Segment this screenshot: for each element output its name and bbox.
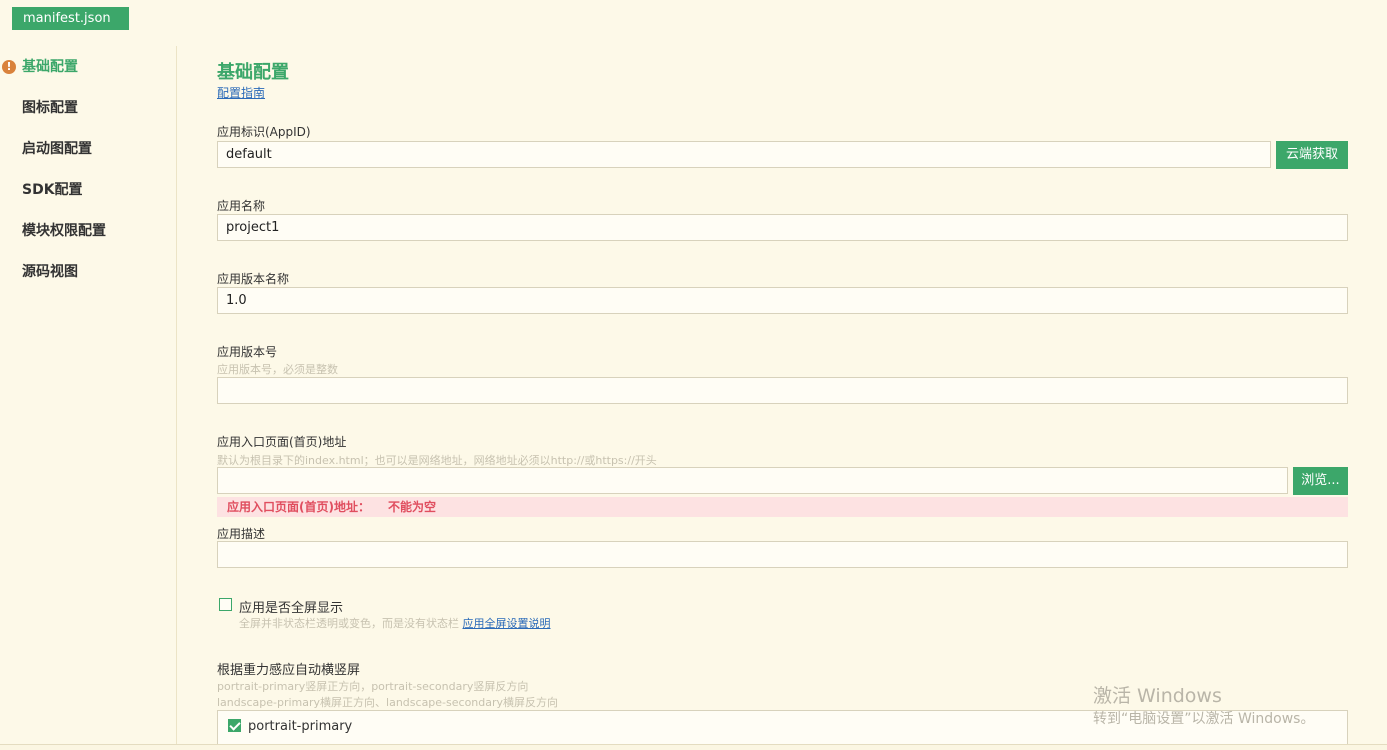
fullscreen-checkbox[interactable] xyxy=(219,598,232,611)
browse-button[interactable]: 浏览... xyxy=(1293,467,1348,495)
sidebar-item-source[interactable]: 源码视图 xyxy=(22,261,78,283)
description-label: 应用描述 xyxy=(217,527,266,541)
sidebar-item-sdk[interactable]: SDK配置 xyxy=(22,179,83,201)
cloud-fetch-button[interactable]: 云端获取 xyxy=(1276,141,1348,169)
app-name-input[interactable]: project1 xyxy=(217,214,1348,241)
description-input[interactable] xyxy=(217,541,1348,568)
portrait-primary-checkbox[interactable] xyxy=(228,719,241,732)
orientation-hint-2: landscape-primary横屏正方向、landscape-seconda… xyxy=(217,696,559,709)
fullscreen-label: 应用是否全屏显示 xyxy=(239,601,344,616)
bottom-edge xyxy=(0,744,1387,750)
config-guide-link[interactable]: 配置指南 xyxy=(217,84,265,101)
version-code-input[interactable] xyxy=(217,377,1348,404)
activation-watermark-title: 激活 Windows xyxy=(1093,685,1222,707)
page-title: 基础配置 xyxy=(217,62,289,83)
orientation-label: 根据重力感应自动横竖屏 xyxy=(217,663,361,678)
app-name-label: 应用名称 xyxy=(217,199,266,213)
sidebar-item-icons[interactable]: 图标配置 xyxy=(22,97,78,119)
fullscreen-doc-link[interactable]: 应用全屏设置说明 xyxy=(463,617,551,630)
version-name-label: 应用版本名称 xyxy=(217,272,290,286)
entry-page-input[interactable] xyxy=(217,467,1288,494)
appid-label: 应用标识(AppID) xyxy=(217,125,311,139)
warning-icon: ! xyxy=(2,60,16,74)
sidebar-item-basic[interactable]: 基础配置 xyxy=(22,56,78,78)
entry-page-hint: 默认为根目录下的index.html；也可以是网络地址，网络地址必须以http:… xyxy=(217,454,657,467)
version-code-hint: 应用版本号，必须是整数 xyxy=(217,363,338,376)
error-message: 不能为空 xyxy=(387,500,436,514)
version-code-label: 应用版本号 xyxy=(217,345,278,359)
file-tab-manifest[interactable]: manifest.json xyxy=(12,7,129,30)
sidebar-item-permissions[interactable]: 模块权限配置 xyxy=(22,220,106,242)
entry-page-label: 应用入口页面(首页)地址 xyxy=(217,435,347,449)
sidebar-item-splash[interactable]: 启动图配置 xyxy=(22,138,92,160)
orientation-hint-1: portrait-primary竖屏正方向，portrait-secondary… xyxy=(217,680,529,693)
fullscreen-hint-row: 全屏并非状态栏透明或变色，而是没有状态栏 应用全屏设置说明 xyxy=(239,615,551,631)
fullscreen-hint: 全屏并非状态栏透明或变色，而是没有状态栏 xyxy=(239,617,459,630)
entry-page-error: 应用入口页面(首页)地址： 不能为空 xyxy=(217,497,1348,517)
activation-watermark-subtitle: 转到“电脑设置”以激活 Windows。 xyxy=(1093,711,1315,727)
error-field-name: 应用入口页面(首页)地址： xyxy=(227,500,370,514)
manifest-editor: manifest.json ! 基础配置 图标配置 启动图配置 SDK配置 模块… xyxy=(0,0,1387,750)
appid-input[interactable]: default xyxy=(217,141,1271,168)
version-name-input[interactable]: 1.0 xyxy=(217,287,1348,314)
portrait-primary-label: portrait-primary xyxy=(248,719,353,734)
